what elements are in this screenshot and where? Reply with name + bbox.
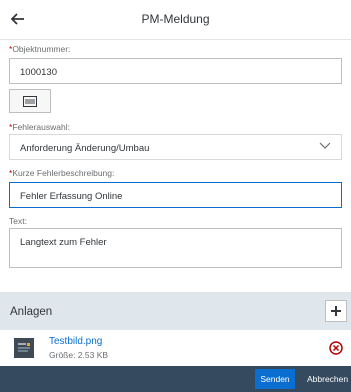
- plus-icon: [331, 306, 341, 316]
- cancel-button[interactable]: Abbrechen: [307, 369, 348, 389]
- objektnummer-input[interactable]: 1000130: [9, 58, 342, 84]
- text-label: Text:: [9, 216, 27, 226]
- footer-toolbar: Senden Abbrechen: [0, 366, 351, 392]
- kurzbeschreibung-input[interactable]: Fehler Erfassung Online: [9, 182, 342, 208]
- attachments-header: Anlagen: [0, 292, 351, 330]
- objektnummer-label: *Objektnummer:: [9, 44, 71, 54]
- kurzbeschreibung-label: *Kurze Fehlerbeschreibung:: [9, 168, 115, 178]
- close-circle-icon: [329, 341, 343, 355]
- fehlerauswahl-value: Anforderung Änderung/Umbau: [20, 143, 150, 154]
- send-button[interactable]: Senden: [255, 369, 295, 389]
- page-title: PM-Meldung: [141, 12, 210, 26]
- attachments-title: Anlagen: [10, 306, 53, 318]
- fehlerauswahl-select[interactable]: Anforderung Änderung/Umbau: [9, 134, 342, 160]
- barcode-scan-icon: [23, 95, 37, 107]
- chevron-down-icon: [319, 142, 331, 149]
- app-header: PM-Meldung: [0, 0, 351, 40]
- scan-button[interactable]: [9, 89, 51, 113]
- text-textarea[interactable]: Langtext zum Fehler: [9, 228, 342, 268]
- add-attachment-button[interactable]: [325, 300, 347, 322]
- remove-attachment-button[interactable]: [329, 341, 343, 360]
- attachment-item[interactable]: Testbild.png Größe: 2.53 KB: [0, 330, 351, 366]
- form-area: *Objektnummer: 1000130 *Fehlerauswahl: A…: [0, 40, 351, 292]
- image-thumbnail-icon: [14, 338, 34, 358]
- fehlerauswahl-label: *Fehlerauswahl:: [9, 122, 70, 132]
- attachment-size: Größe: 2.53 KB: [49, 350, 109, 360]
- attachment-name[interactable]: Testbild.png: [49, 336, 102, 347]
